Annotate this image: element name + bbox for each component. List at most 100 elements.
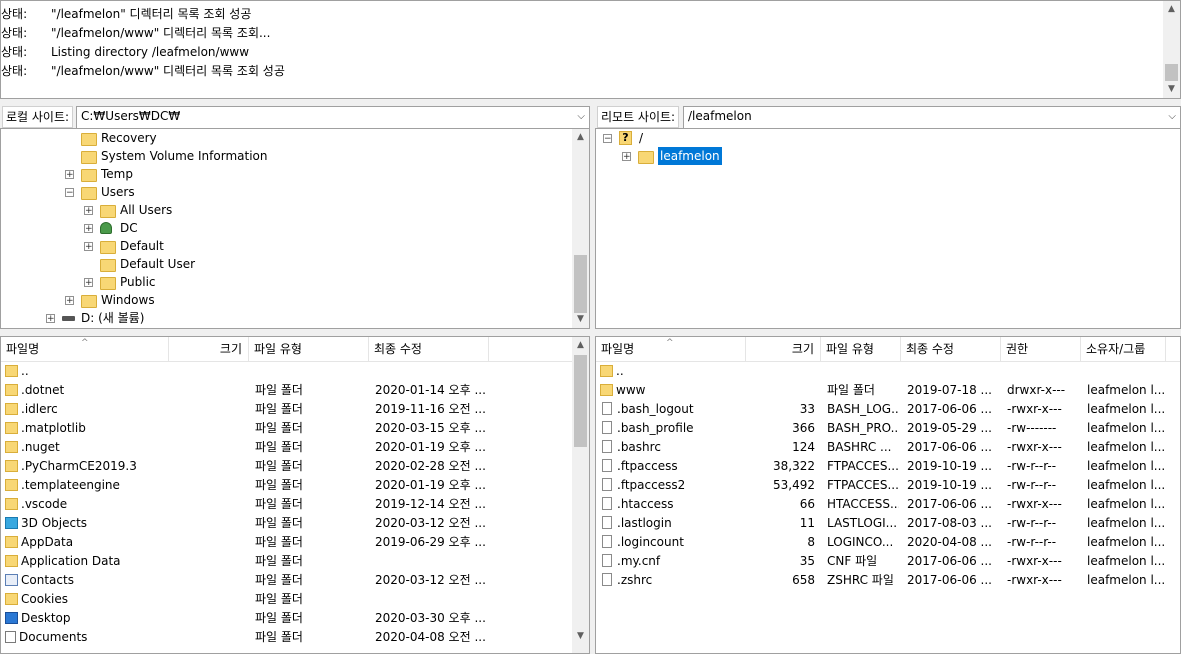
cell-size[interactable]: 124 [746, 438, 815, 457]
tree-node-label[interactable]: Windows [101, 291, 155, 309]
cell-type[interactable]: 파일 폴더 [255, 609, 365, 628]
column-header-filename[interactable]: 파일명 ^ [596, 337, 746, 361]
cell-type[interactable]: HTACCESS... [827, 495, 899, 514]
cell-name[interactable]: Desktop [5, 609, 165, 628]
cell-modified[interactable]: 2017-06-06 ... [907, 571, 999, 590]
column-header-owner[interactable]: 소유자/그룹 [1081, 337, 1166, 361]
table-row[interactable]: .logincount 8 LOGINCO... 2020-04-08 ... -rw-… [596, 533, 1180, 552]
scroll-down-icon[interactable]: ▼ [1163, 81, 1180, 98]
cell-owner[interactable]: leafmelon l... [1087, 381, 1167, 400]
file-name[interactable]: 3D Objects [21, 516, 87, 530]
cell-name[interactable]: .bashrc [600, 438, 742, 457]
cell-modified[interactable]: 2020-01-19 오후 ... [375, 438, 487, 457]
local-list-scrollbar[interactable]: ▲ ▼ [572, 337, 589, 653]
table-row[interactable]: AppData 파일 폴더 2019-06-29 오후 ... [1, 533, 573, 552]
cell-name[interactable]: Contacts [5, 571, 165, 590]
cell-name[interactable]: .bash_profile [600, 419, 742, 438]
cell-name[interactable]: .idlerc [5, 400, 165, 419]
cell-name[interactable]: Documents [5, 628, 165, 647]
tree-node-label[interactable]: Default User [120, 255, 195, 273]
file-name[interactable]: .zshrc [617, 573, 652, 587]
cell-modified[interactable]: 2019-06-29 오후 ... [375, 533, 487, 552]
tree-node[interactable]: Default User [100, 255, 500, 273]
cell-modified[interactable]: 2019-07-18 ... [907, 381, 999, 400]
remote-file-list[interactable]: 파일명 ^ 크기 파일 유형 최종 수정 권한 소유자/그룹 .. www 파일 폴더… [595, 336, 1181, 654]
cell-type[interactable]: 파일 폴더 [255, 514, 365, 533]
cell-type[interactable]: BASH_PRO... [827, 419, 899, 438]
cell-name[interactable]: Cookies [5, 590, 165, 609]
cell-modified[interactable]: 2019-10-19 ... [907, 476, 999, 495]
file-name[interactable]: Cookies [21, 592, 68, 606]
file-name[interactable]: www [616, 383, 645, 397]
local-list-scroll-thumb[interactable] [574, 355, 587, 447]
cell-name[interactable]: .ftpaccess [600, 457, 742, 476]
file-name[interactable]: .lastlogin [617, 516, 672, 530]
cell-type[interactable]: 파일 폴더 [255, 400, 365, 419]
tree-node[interactable]: − Users [65, 183, 481, 201]
cell-perm[interactable]: drwxr-x--- [1007, 381, 1079, 400]
cell-type[interactable]: LASTLOGI... [827, 514, 899, 533]
table-row[interactable]: .dotnet 파일 폴더 2020-01-14 오후 ... [1, 381, 573, 400]
cell-perm[interactable]: -rwxr-x--- [1007, 400, 1079, 419]
tree-node-label[interactable]: Recovery [101, 129, 157, 147]
cell-perm[interactable]: -rwxr-x--- [1007, 495, 1079, 514]
cell-size[interactable]: 66 [746, 495, 815, 514]
cell-modified[interactable]: 2019-05-29 ... [907, 419, 999, 438]
cell-modified[interactable]: 2020-04-08 오전 ... [375, 628, 487, 647]
collapse-icon[interactable]: − [603, 134, 612, 144]
cell-modified[interactable]: 2020-03-30 오후 ... [375, 609, 487, 628]
expand-icon[interactable]: + [84, 206, 93, 216]
collapse-icon[interactable]: − [65, 188, 74, 198]
column-header-permissions[interactable]: 권한 [1001, 337, 1081, 361]
cell-perm[interactable]: -rw-r--r-- [1007, 457, 1079, 476]
scroll-up-icon[interactable]: ▲ [1163, 1, 1180, 18]
cell-owner[interactable]: leafmelon l... [1087, 476, 1167, 495]
cell-name[interactable]: .lastlogin [600, 514, 742, 533]
scroll-down-icon[interactable]: ▼ [572, 311, 589, 328]
cell-owner[interactable]: leafmelon l... [1087, 514, 1167, 533]
table-row[interactable]: .vscode 파일 폴더 2019-12-14 오전 ... [1, 495, 573, 514]
cell-modified[interactable]: 2017-06-06 ... [907, 400, 999, 419]
table-row[interactable]: .matplotlib 파일 폴더 2020-03-15 오후 ... [1, 419, 573, 438]
local-directory-tree[interactable]: Recovery System Volume Information + Temp − U… [0, 128, 590, 329]
cell-type[interactable]: BASHRC ... [827, 438, 899, 457]
cell-type[interactable]: 파일 폴더 [255, 533, 365, 552]
expand-icon[interactable]: + [84, 278, 93, 288]
tree-node[interactable]: Recovery [81, 129, 481, 147]
file-name[interactable]: Desktop [21, 611, 71, 625]
tree-node[interactable]: + D: (새 볼륨) [46, 309, 462, 327]
file-name[interactable]: .bash_profile [617, 421, 694, 435]
cell-type[interactable]: 파일 폴더 [255, 457, 365, 476]
expand-icon[interactable]: + [65, 170, 74, 180]
table-row[interactable]: .my.cnf 35 CNF 파일 2017-06-06 ... -rwxr-x--- l… [596, 552, 1180, 571]
expand-icon[interactable]: + [65, 296, 74, 306]
table-row[interactable]: www 파일 폴더 2019-07-18 ... drwxr-x--- leafmelo… [596, 381, 1180, 400]
cell-modified[interactable]: 2020-03-12 오전 ... [375, 571, 487, 590]
cell-type[interactable]: LOGINCO... [827, 533, 899, 552]
file-name[interactable]: Contacts [21, 573, 74, 587]
local-file-list[interactable]: 파일명 ^ 크기 파일 유형 최종 수정 .. .dotnet 파일 폴더 2020-0… [0, 336, 590, 654]
remote-path-combo[interactable]: /leafmelon ⌵ [683, 106, 1181, 129]
table-row[interactable]: .. [596, 362, 1180, 381]
cell-perm[interactable]: -rw-r--r-- [1007, 476, 1079, 495]
tree-node[interactable]: + Windows [65, 291, 481, 309]
cell-type[interactable]: 파일 폴더 [255, 590, 365, 609]
column-header-size[interactable]: 크기 [169, 337, 249, 361]
column-header-filename[interactable]: 파일명 ^ [1, 337, 169, 361]
cell-perm[interactable]: -rwxr-x--- [1007, 571, 1079, 590]
file-name[interactable]: AppData [21, 535, 73, 549]
cell-type[interactable]: 파일 폴더 [255, 476, 365, 495]
scroll-up-icon[interactable]: ▲ [572, 129, 589, 146]
table-row[interactable]: .bashrc 124 BASHRC ... 2017-06-06 ... -rwxr-… [596, 438, 1180, 457]
table-row[interactable]: Desktop 파일 폴더 2020-03-30 오후 ... [1, 609, 573, 628]
cell-size[interactable]: 38,322 [746, 457, 815, 476]
file-name[interactable]: Documents [19, 630, 87, 644]
chevron-down-icon[interactable]: ⌵ [1168, 107, 1176, 126]
cell-type[interactable]: 파일 폴더 [255, 438, 365, 457]
file-name[interactable]: .vscode [21, 497, 67, 511]
cell-type[interactable]: 파일 폴더 [255, 571, 365, 590]
column-header-modified[interactable]: 최종 수정 [901, 337, 1001, 361]
cell-modified[interactable]: 2020-04-08 ... [907, 533, 999, 552]
tree-node-label[interactable]: Public [120, 273, 156, 291]
cell-modified[interactable]: 2020-01-14 오후 ... [375, 381, 487, 400]
